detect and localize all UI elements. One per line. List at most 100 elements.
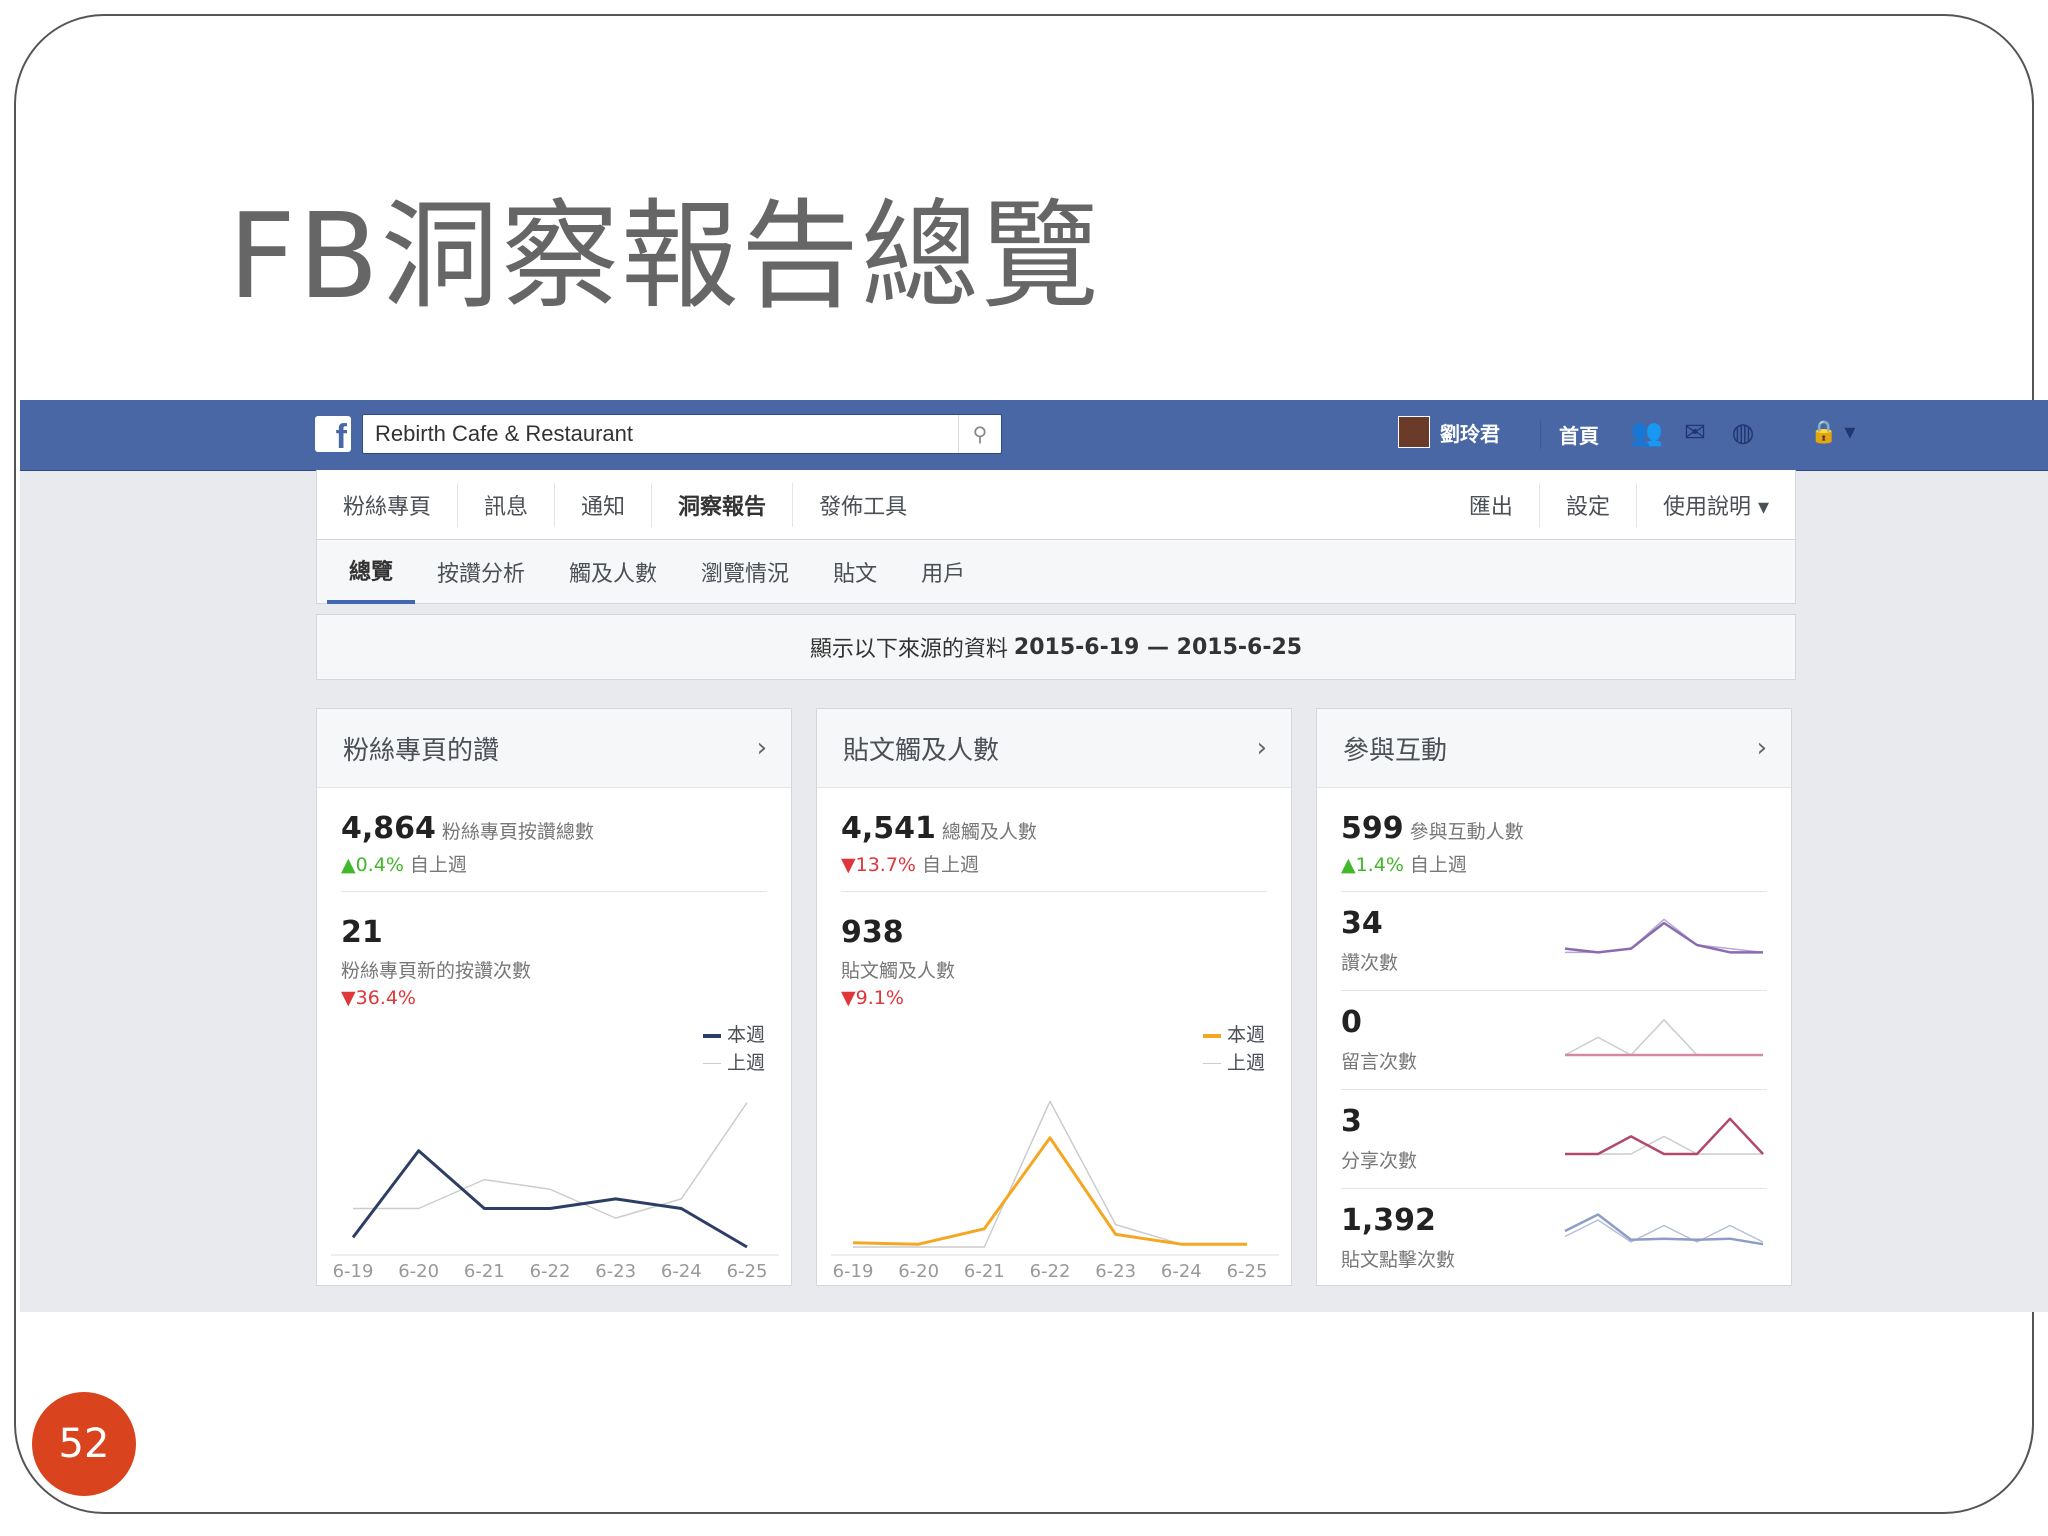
legend-last-week: 上週 bbox=[702, 1049, 765, 1077]
since-label: 自上週 bbox=[409, 854, 467, 876]
post-clicks-value: 1,392 bbox=[1341, 1203, 1436, 1238]
x-tick-label: 6-25 bbox=[1226, 1261, 1268, 1282]
user-profile-link[interactable]: 劉玲君 bbox=[1398, 416, 1500, 448]
tab-page-views[interactable]: 瀏覽情況 bbox=[679, 540, 811, 604]
nav-insights[interactable]: 洞察報告 bbox=[652, 482, 794, 527]
arrow-down-icon: ▼ bbox=[841, 987, 856, 1009]
total-likes-change: ▲0.4% 自上週 bbox=[341, 850, 594, 877]
series-line-this-week bbox=[1564, 1213, 1764, 1246]
since-label: 自上週 bbox=[1409, 854, 1467, 876]
nav-messages[interactable]: 訊息 bbox=[458, 482, 556, 527]
chevron-right-icon[interactable]: › bbox=[757, 733, 767, 763]
post-reach-label: 貼文觸及人數 bbox=[841, 960, 956, 982]
change-value: 13.7% bbox=[855, 854, 916, 876]
engaged-users-value: 599 bbox=[1341, 811, 1404, 846]
legend-swatch bbox=[1202, 1063, 1221, 1064]
tab-likes[interactable]: 按讚分析 bbox=[415, 540, 547, 604]
page-likes-card-header[interactable]: 粉絲專頁的讚 › bbox=[317, 709, 791, 788]
legend-last-week: 上週 bbox=[1202, 1049, 1265, 1077]
post-clicks-row: 1,392 貼文點擊次數 bbox=[1341, 1188, 1767, 1287]
shares-count-value: 3 bbox=[1341, 1104, 1362, 1139]
notifications-globe-icon[interactable]: ◍ bbox=[1726, 418, 1760, 448]
engaged-users-stat: 599 參與互動人數 ▲1.4% 自上週 bbox=[1341, 811, 1524, 877]
page-number-badge: 52 bbox=[32, 1392, 136, 1496]
search-input[interactable] bbox=[363, 415, 947, 453]
nav-page[interactable]: 粉絲專頁 bbox=[317, 482, 459, 527]
nav-publishing-tools[interactable]: 發佈工具 bbox=[793, 483, 933, 527]
chart-legend: 本週 上週 bbox=[702, 1021, 765, 1077]
x-tick-label: 6-22 bbox=[529, 1261, 571, 1282]
engagement-card-header[interactable]: 參與互動 › bbox=[1317, 709, 1791, 788]
arrow-down-icon: ▼ bbox=[341, 987, 356, 1009]
total-reach-value: 4,541 bbox=[841, 811, 936, 846]
tab-reach[interactable]: 觸及人數 bbox=[547, 540, 679, 604]
reach-line-chart bbox=[831, 1100, 1279, 1256]
series-line-this-week bbox=[852, 1136, 1247, 1246]
divider bbox=[841, 891, 1267, 892]
messages-icon[interactable]: ✉ bbox=[1678, 418, 1712, 448]
card-title: 粉絲專頁的讚 bbox=[343, 735, 500, 766]
legend-label: 本週 bbox=[1226, 1024, 1265, 1046]
legend-this-week: 本週 bbox=[702, 1021, 765, 1049]
shares-count-row: 3 分享次數 bbox=[1341, 1089, 1767, 1188]
post-reach-change: ▼9.1% bbox=[841, 987, 955, 1009]
x-tick-label: 6-25 bbox=[726, 1261, 768, 1282]
change-value: 1.4% bbox=[1355, 854, 1404, 876]
page-likes-card: 粉絲專頁的讚 › 4,864 粉絲專頁按讚總數 ▲0.4% 自上週 21 粉絲專頁新… bbox=[316, 708, 792, 1286]
post-reach-value: 938 bbox=[841, 915, 904, 950]
post-reach-stat: 938 貼文觸及人數 ▼9.1% bbox=[841, 915, 955, 1009]
legend-swatch bbox=[702, 1063, 721, 1064]
home-link[interactable]: 首頁 bbox=[1540, 420, 1599, 449]
x-tick-label: 6-19 bbox=[832, 1261, 874, 1282]
tab-people[interactable]: 用戶 bbox=[899, 540, 987, 604]
tab-posts[interactable]: 貼文 bbox=[811, 540, 899, 604]
x-tick-label: 6-22 bbox=[1029, 1261, 1071, 1282]
x-tick-label: 6-21 bbox=[963, 1261, 1005, 1282]
chevron-right-icon[interactable]: › bbox=[1257, 733, 1267, 763]
nav-settings[interactable]: 設定 bbox=[1540, 482, 1637, 527]
nav-export[interactable]: 匯出 bbox=[1443, 482, 1540, 527]
comments-count-row: 0 留言次數 bbox=[1341, 990, 1767, 1089]
new-likes-change: ▼36.4% bbox=[341, 987, 531, 1009]
new-likes-value: 21 bbox=[341, 915, 383, 950]
comments-sparkline bbox=[1564, 1019, 1763, 1057]
reach-x-axis: 6-19 6-20 6-21 6-22 6-23 6-24 6-25 bbox=[817, 1261, 1291, 1285]
change-value: 9.1% bbox=[855, 987, 904, 1009]
comments-count-label: 留言次數 bbox=[1341, 1051, 1418, 1073]
post-clicks-label: 貼文點擊次數 bbox=[1341, 1249, 1456, 1271]
tab-overview[interactable]: 總覽 bbox=[327, 540, 416, 604]
likes-count-value: 34 bbox=[1341, 906, 1383, 941]
friend-requests-icon[interactable]: 👥 bbox=[1630, 418, 1664, 448]
search-box: ⚲ bbox=[362, 414, 1002, 454]
x-tick-label: 6-20 bbox=[898, 1261, 940, 1282]
post-reach-card-header[interactable]: 貼文觸及人數 › bbox=[817, 709, 1291, 788]
post-reach-card: 貼文觸及人數 › 4,541 總觸及人數 ▼13.7% 自上週 938 貼文觸及人數… bbox=[816, 708, 1292, 1286]
facebook-top-bar: f ⚲ 劉玲君 首頁 👥 ✉ ◍ 🔒 ▾ bbox=[20, 400, 2048, 471]
date-range-bar: 顯示以下來源的資料 2015-6-19 — 2015-6-25 bbox=[316, 614, 1796, 680]
nav-notifications[interactable]: 通知 bbox=[555, 482, 653, 527]
chevron-right-icon[interactable]: › bbox=[1757, 733, 1767, 763]
series-line-last-week bbox=[1564, 1019, 1763, 1056]
legend-this-week: 本週 bbox=[1202, 1021, 1265, 1049]
search-icon[interactable]: ⚲ bbox=[958, 415, 1001, 453]
likes-count-row: 34 讚次數 bbox=[1341, 891, 1767, 990]
total-likes-stat: 4,864 粉絲專頁按讚總數 ▲0.4% 自上週 bbox=[341, 811, 594, 877]
engagement-card: 參與互動 › 599 參與互動人數 ▲1.4% 自上週 34 讚次數 0 留言次數 … bbox=[1316, 708, 1792, 1286]
date-range-prefix: 顯示以下來源的資料 bbox=[809, 637, 1008, 662]
x-tick-label: 6-24 bbox=[1160, 1261, 1202, 1282]
date-range-value: 2015-6-19 — 2015-6-25 bbox=[1013, 634, 1303, 660]
comments-count-value: 0 bbox=[1341, 1005, 1362, 1040]
shares-sparkline bbox=[1565, 1117, 1764, 1156]
legend-label: 上週 bbox=[726, 1052, 765, 1074]
privacy-shortcuts-icon[interactable]: 🔒 ▾ bbox=[1810, 420, 1855, 445]
series-line-last-week bbox=[1565, 1135, 1763, 1155]
x-tick-label: 6-20 bbox=[398, 1261, 440, 1282]
card-title: 參與互動 bbox=[1343, 735, 1448, 766]
facebook-insights-screenshot: f ⚲ 劉玲君 首頁 👥 ✉ ◍ 🔒 ▾ 粉絲專頁 訊息 通知 洞察報告 發佈工… bbox=[20, 400, 2048, 1312]
x-tick-label: 6-19 bbox=[332, 1261, 374, 1282]
x-tick-label: 6-23 bbox=[595, 1261, 637, 1282]
change-value: 0.4% bbox=[355, 854, 404, 876]
nav-help-dropdown[interactable]: 使用說明 ▾ bbox=[1637, 483, 1795, 527]
likes-count-label: 讚次數 bbox=[1341, 952, 1399, 974]
facebook-logo-icon[interactable]: f bbox=[315, 416, 351, 454]
